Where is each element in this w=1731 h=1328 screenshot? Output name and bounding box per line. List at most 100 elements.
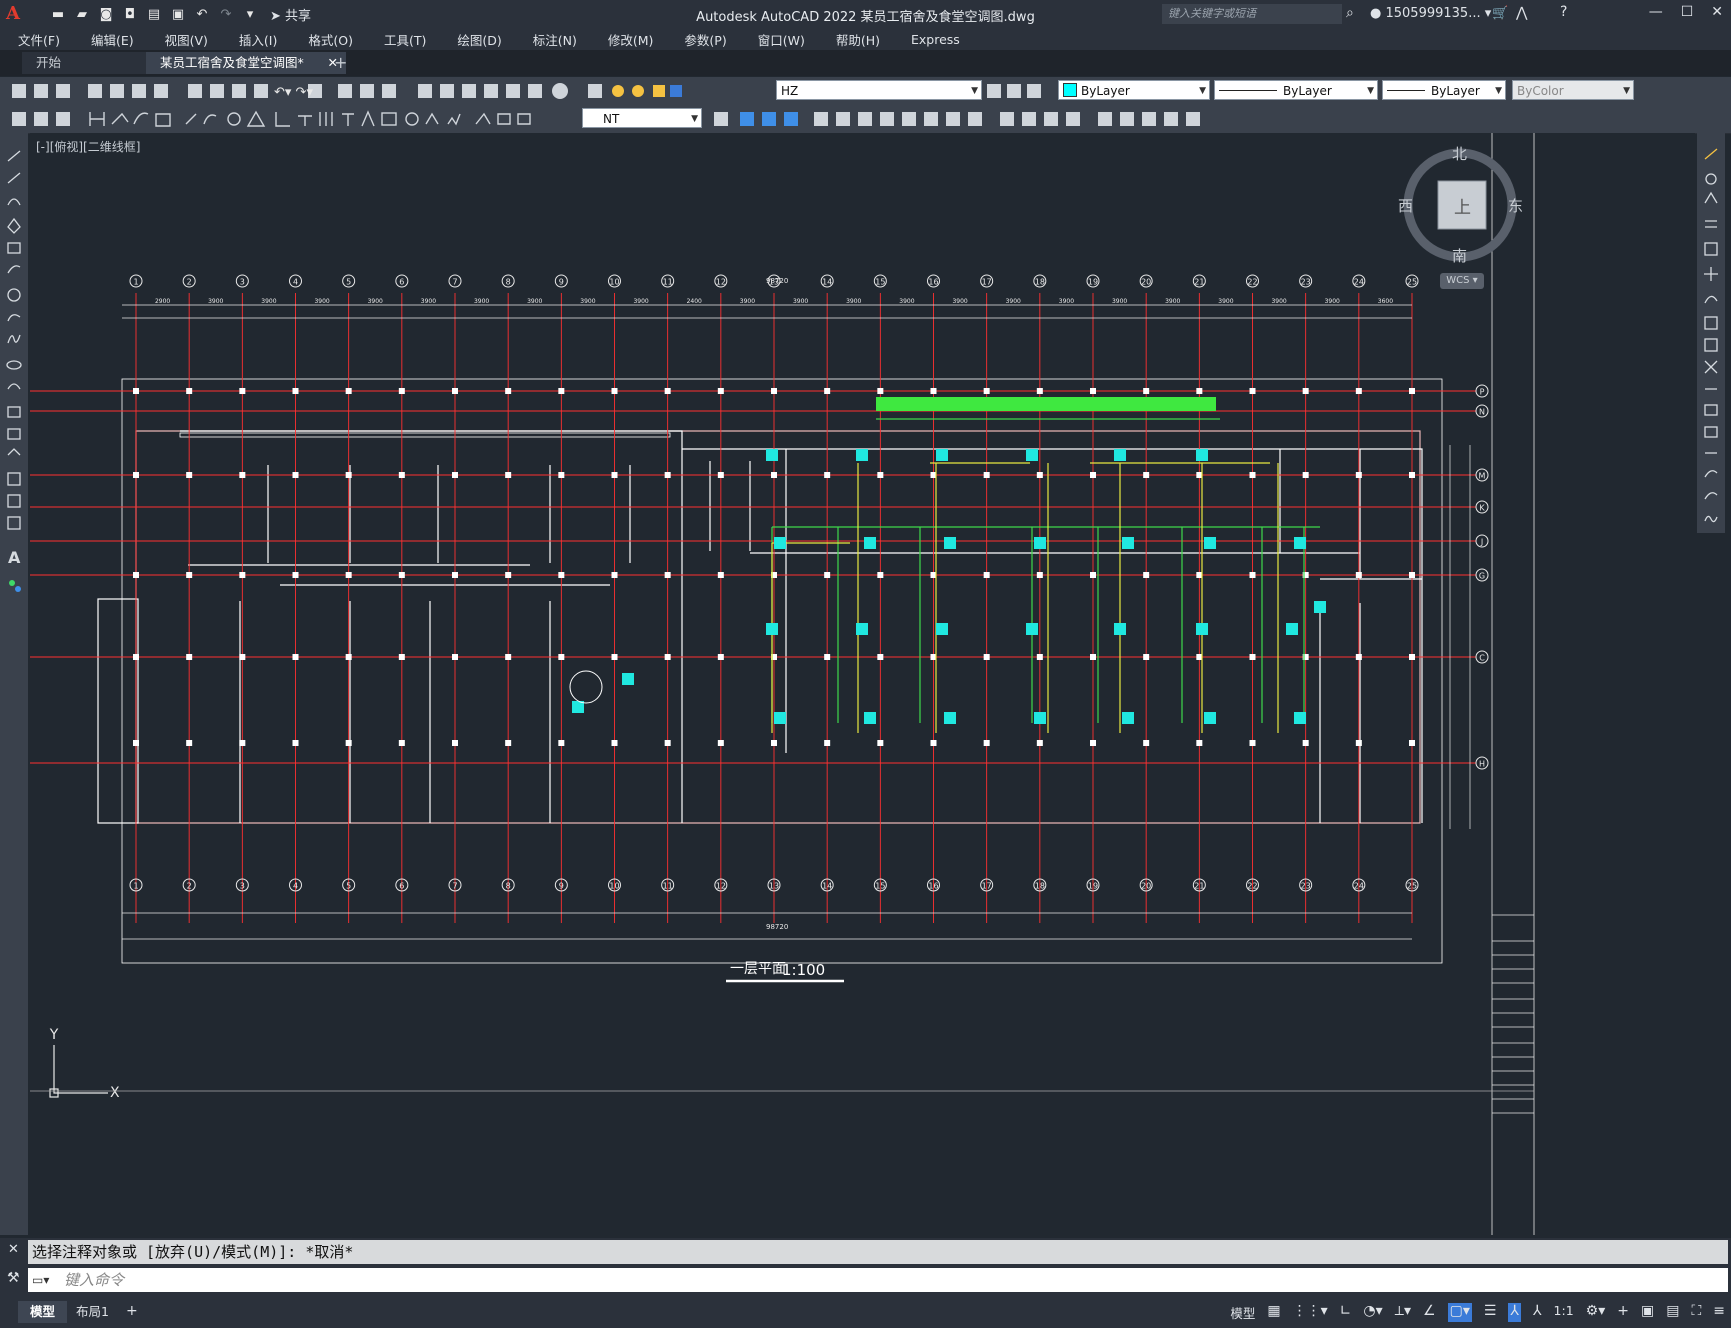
command-input[interactable]: ▭▾ 键入命令 — [28, 1268, 1728, 1292]
lineweight-toggle-icon[interactable]: ☰ — [1484, 1303, 1497, 1322]
drawing-viewport[interactable]: 1 1 2900 2 2 3900 3 3 3900 4 4 3900 5 5 3900 6 6 3900 7 7 39… — [30, 133, 1695, 1235]
menu-edit[interactable]: 编辑(E) — [73, 30, 147, 49]
autocad-logo[interactable]: A — [6, 3, 20, 24]
viewcube-top-face[interactable]: 上 — [1454, 193, 1471, 218]
lineweight-dropdown[interactable]: ByLayer ▼ — [1382, 80, 1506, 100]
compass-south[interactable]: 南 — [1452, 245, 1467, 266]
linetype-value: ByLayer — [1283, 84, 1332, 98]
structural-column — [1036, 472, 1043, 478]
object-snap-icon[interactable]: ▢▾ — [1447, 1303, 1472, 1322]
help-icon[interactable]: ? — [1560, 4, 1567, 20]
publish-icon[interactable]: ▤ — [144, 4, 164, 24]
menu-view[interactable]: 视图(V) — [147, 30, 221, 49]
structural-column — [505, 572, 512, 578]
viewport-label[interactable]: [-][俯视][二维线框] — [36, 138, 140, 155]
dimension-tool-icons[interactable] — [8, 106, 578, 132]
share-button[interactable]: ➤ 共享 — [270, 5, 311, 24]
compass-east[interactable]: 东 — [1508, 195, 1523, 216]
layer-tool-icons[interactable] — [985, 78, 1045, 104]
workspace-gear-icon[interactable]: ⚙▾ — [1586, 1303, 1606, 1322]
standard-toolbar-icons[interactable]: ↶▾ ↷▾ — [8, 78, 688, 104]
floor-plan-drawing[interactable]: 1129002239003339004439005539006639007739… — [30, 133, 1695, 1235]
menu-insert[interactable]: 插入(I) — [221, 30, 290, 49]
modify-tool-palette — [1697, 133, 1725, 533]
menu-draw[interactable]: 绘图(D) — [439, 30, 514, 49]
modify-tool-icons-right[interactable] — [1697, 143, 1725, 543]
compass-west[interactable]: 西 — [1398, 195, 1413, 216]
annotation-scale-value[interactable]: 1:1 — [1554, 1303, 1574, 1322]
linetype-dropdown[interactable]: ByLayer ▼ — [1214, 80, 1378, 100]
text-style-dropdown[interactable]: NT ▼ — [582, 108, 702, 128]
quick-properties-icon[interactable]: ▤ — [1666, 1303, 1679, 1322]
viewcube[interactable]: 上 北 南 西 东 — [1398, 143, 1528, 273]
chevron-down-icon: ▼ — [1495, 86, 1502, 96]
structural-column — [1090, 472, 1096, 478]
tab-model[interactable]: 模型 — [18, 1301, 68, 1323]
tab-layout1[interactable]: 布局1 — [64, 1301, 121, 1323]
user-account[interactable]: ● 1505999135... ▾ — [1370, 6, 1491, 21]
customize-qat-icon[interactable]: ▾ — [240, 4, 260, 24]
search-icon[interactable]: ⌕ — [1346, 5, 1354, 21]
isodraft-icon[interactable]: ⟂▾ — [1395, 1303, 1411, 1322]
menu-window[interactable]: 窗口(W) — [740, 30, 818, 49]
menu-dimension[interactable]: 标注(N) — [515, 30, 590, 49]
close-command-icon[interactable]: ✕ — [8, 1242, 19, 1257]
plot-icon[interactable]: ▣ — [168, 4, 188, 24]
annotation-monitor-icon[interactable]: + — [1617, 1303, 1629, 1322]
osnap-icon[interactable]: ∠ — [1423, 1303, 1436, 1322]
menu-format[interactable]: 格式(O) — [290, 30, 366, 49]
add-layout-button[interactable]: + — [126, 1303, 138, 1319]
structural-column — [1409, 654, 1415, 660]
maximize-icon[interactable]: ☐ — [1681, 4, 1694, 20]
annotation-visibility-icon[interactable]: ⅄ — [1508, 1303, 1521, 1322]
draw-tool-icons[interactable]: A — [0, 143, 28, 603]
redo-icon[interactable]: ↷ — [216, 4, 236, 24]
model-space-button[interactable]: 模型 — [1230, 1303, 1255, 1322]
menu-file[interactable]: 文件(F) — [0, 30, 73, 49]
menu-parametric[interactable]: 参数(P) — [666, 30, 739, 49]
structural-column — [877, 740, 884, 746]
menu-tools[interactable]: 工具(T) — [366, 30, 439, 49]
grid-bubble-label: 23 — [1301, 882, 1311, 891]
annotation-scale-icon[interactable]: ⅄ — [1533, 1303, 1542, 1322]
structural-column — [824, 388, 831, 394]
tab-drawing[interactable]: 某员工宿舍及食堂空调图* ✕ — [146, 52, 346, 74]
structural-column — [239, 572, 246, 578]
save-icon[interactable]: ◙ — [96, 4, 116, 24]
autodesk-app-icon[interactable]: ⋀ — [1516, 5, 1527, 21]
customization-icon[interactable]: ≡ — [1713, 1303, 1725, 1322]
customize-command-icon[interactable]: ⚒ — [7, 1270, 20, 1286]
command-prompt-icon[interactable]: ▭▾ — [32, 1268, 49, 1292]
grid-icon[interactable]: ▦ — [1267, 1303, 1280, 1322]
snap-icon[interactable]: ⋮⋮▾ — [1293, 1303, 1328, 1322]
new-file-icon[interactable]: ▬ — [48, 4, 68, 24]
polar-icon[interactable]: ◔▾ — [1363, 1303, 1382, 1322]
units-icon[interactable]: ▣ — [1641, 1303, 1654, 1322]
cart-icon[interactable]: 🛒 — [1492, 6, 1508, 21]
undo-icon[interactable]: ↶ — [192, 4, 212, 24]
menu-modify[interactable]: 修改(M) — [590, 30, 667, 49]
ac-unit — [1026, 449, 1038, 461]
ac-unit — [1204, 537, 1216, 549]
plotstyle-dropdown[interactable]: ByColor ▼ — [1512, 80, 1634, 100]
save-as-icon[interactable]: ◘ — [120, 4, 140, 24]
minimize-icon[interactable]: — — [1649, 4, 1663, 20]
clean-screen-icon[interactable]: ⛶ — [1691, 1303, 1701, 1322]
open-file-icon[interactable]: ▰ — [72, 4, 92, 24]
compass-north[interactable]: 北 — [1452, 143, 1467, 164]
menu-help[interactable]: 帮助(H) — [818, 30, 893, 49]
grid-bubble-label: J — [1480, 538, 1483, 547]
grid-bubble-label: 1 — [133, 882, 138, 891]
color-dropdown[interactable]: ByLayer ▼ — [1058, 80, 1210, 100]
grid-bubble-label: 6 — [399, 278, 404, 287]
layer-dropdown[interactable]: HZ ▼ — [776, 80, 982, 100]
search-input[interactable]: 键入关键字或短语 — [1162, 4, 1342, 24]
total-dimension-bottom: 98720 — [766, 923, 788, 931]
structural-column — [1143, 740, 1150, 746]
ortho-icon[interactable]: ∟ — [1340, 1303, 1352, 1322]
wcs-dropdown[interactable]: WCS ▾ — [1440, 273, 1484, 289]
modify-tool-icons[interactable] — [710, 106, 1210, 132]
menu-express[interactable]: Express — [893, 32, 973, 47]
new-tab-button[interactable]: + — [334, 53, 347, 72]
close-icon[interactable]: ✕ — [1711, 4, 1723, 20]
